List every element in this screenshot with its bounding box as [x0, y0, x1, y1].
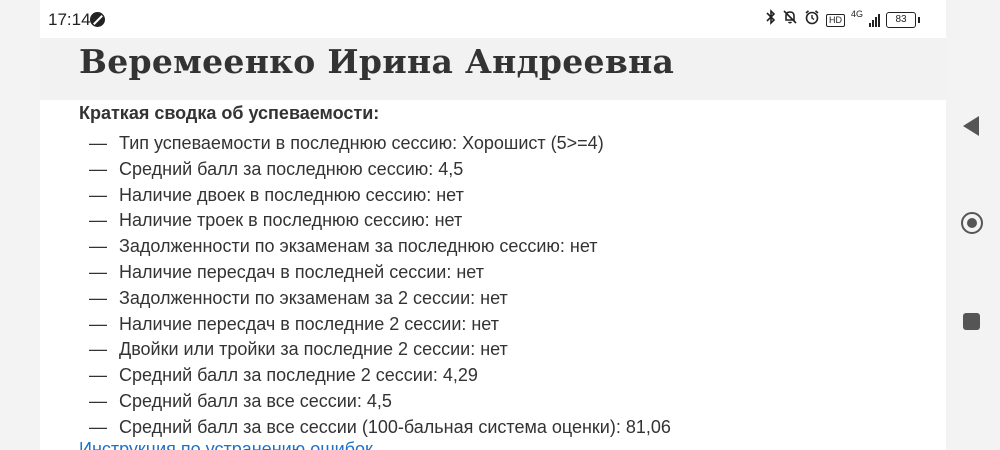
- status-time: 17:14: [48, 10, 91, 29]
- volte-icon: HD: [825, 13, 845, 27]
- list-item-text: Наличие троек в последнюю сессию: нет: [119, 210, 463, 231]
- list-bullet: —: [89, 313, 107, 334]
- list-item: — Средний балл за последние 2 сессии: 4,2…: [89, 363, 671, 389]
- troubleshooting-instructions-link[interactable]: Инструкция по устранению ошибок: [79, 437, 373, 450]
- list-item-text: Наличие двоек в последнюю сессию: нет: [119, 184, 464, 205]
- list-item-text: Средний балл за все сессии: 4,5: [119, 390, 392, 411]
- list-bullet: —: [89, 236, 107, 257]
- network-type-label: 4G: [850, 9, 863, 19]
- signal-icon: [869, 13, 880, 27]
- system-nav-bar: [946, 0, 1000, 450]
- list-item: — Наличие пересдач в последней сессии: не…: [89, 260, 671, 286]
- list-item-text: Средний балл за последнюю сессию: 4,5: [119, 158, 464, 179]
- do-not-disturb-icon: [90, 12, 105, 27]
- list-bullet: —: [89, 390, 107, 411]
- list-bullet: —: [89, 133, 107, 153]
- home-icon[interactable]: [961, 212, 983, 234]
- list-bullet: —: [89, 261, 107, 282]
- list-item: — Двойки или тройки за последние 2 сессии…: [89, 337, 671, 363]
- bluetooth-icon: [766, 9, 776, 31]
- list-item: — Наличие троек в последнюю сессию: нет: [89, 208, 671, 234]
- list-item: — Задолженности по экзаменам за 2 сессии:…: [89, 286, 671, 312]
- performance-summary-list: — Тип успеваемости в последнюю сессию: Хо…: [89, 131, 671, 441]
- list-item-text: Средний балл за последние 2 сессии: 4,29: [119, 365, 478, 386]
- list-item: — Наличие пересдач в последние 2 сессии: …: [89, 312, 671, 338]
- list-item-text: Задолженности по экзаменам за последнюю …: [119, 236, 598, 257]
- status-bar: 17:14 HD 4G 83: [40, 0, 946, 38]
- status-icons: HD 4G 83: [766, 9, 920, 31]
- recents-icon[interactable]: [963, 313, 980, 330]
- list-bullet: —: [89, 287, 107, 308]
- list-item-text: Наличие пересдач в последние 2 сессии: н…: [119, 313, 499, 334]
- muted-bell-icon: [782, 9, 798, 31]
- app-screen: 17:14 HD 4G 83 Веремеенко Ирина Андреевн…: [40, 0, 946, 450]
- list-item: — Задолженности по экзаменам за последнюю…: [89, 234, 671, 260]
- list-item-text: Двойки или тройки за последние 2 сессии:…: [119, 339, 508, 360]
- list-item: — Средний балл за последнюю сессию: 4,5: [89, 157, 671, 183]
- back-icon[interactable]: [963, 116, 979, 136]
- list-bullet: —: [89, 158, 107, 179]
- alarm-icon: [804, 9, 820, 31]
- list-item-text: Наличие пересдач в последней сессии: нет: [119, 261, 484, 282]
- list-bullet: —: [89, 365, 107, 386]
- list-item: — Тип успеваемости в последнюю сессию: Хо…: [89, 131, 671, 157]
- page-header: Веремеенко Ирина Андреевна: [40, 38, 946, 100]
- list-item-text: Задолженности по экзаменам за 2 сессии: …: [119, 287, 508, 308]
- list-item: — Средний балл за все сессии: 4,5: [89, 389, 671, 415]
- list-item-text: Средний балл за все сессии (100-бальная …: [119, 416, 671, 437]
- section-heading: Краткая сводка об успеваемости:: [79, 103, 380, 123]
- battery-icon: 83: [886, 12, 920, 28]
- list-item: — Наличие двоек в последнюю сессию: нет: [89, 183, 671, 209]
- list-bullet: —: [89, 210, 107, 231]
- page-title: Веремеенко Ирина Андреевна: [79, 42, 675, 81]
- list-item-text: Тип успеваемости в последнюю сессию: Хор…: [119, 133, 604, 153]
- list-bullet: —: [89, 184, 107, 205]
- list-bullet: —: [89, 339, 107, 360]
